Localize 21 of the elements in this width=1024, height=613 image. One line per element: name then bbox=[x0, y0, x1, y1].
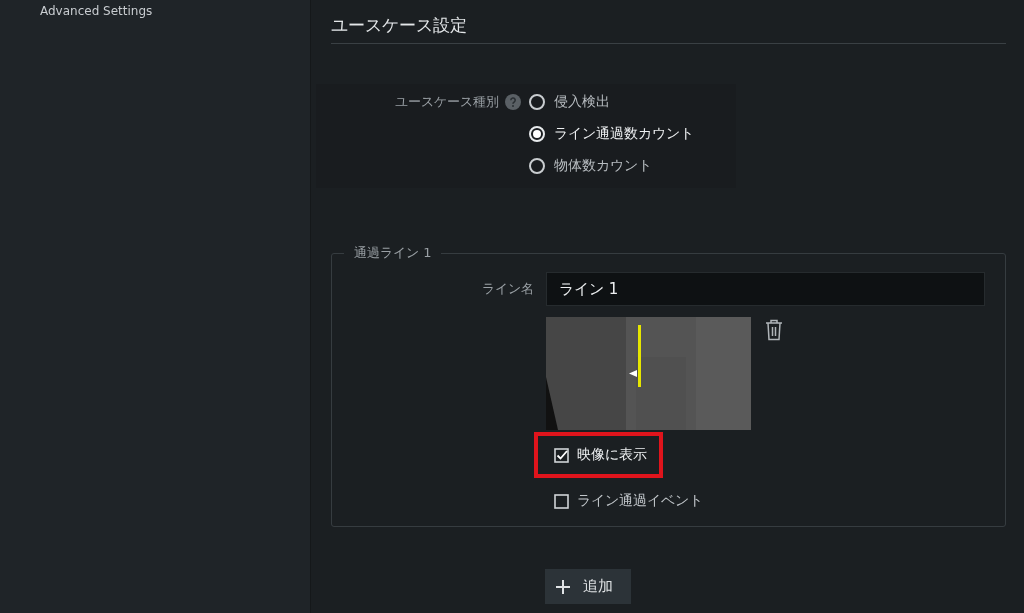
radio-label[interactable]: ライン通過数カウント bbox=[554, 125, 694, 143]
radio-label[interactable]: 物体数カウント bbox=[554, 157, 652, 175]
field-label: ライン名 bbox=[481, 280, 534, 298]
radio-button[interactable] bbox=[529, 126, 545, 142]
trash-icon[interactable] bbox=[765, 319, 783, 341]
add-button[interactable]: 追加 bbox=[545, 569, 631, 604]
sidebar-title[interactable]: Advanced Settings bbox=[40, 4, 153, 18]
line-name-field[interactable]: ライン 1 bbox=[546, 272, 985, 306]
plus-icon bbox=[555, 578, 571, 595]
help-icon[interactable] bbox=[505, 94, 521, 110]
use-case-label: ユースケース種別 bbox=[395, 93, 499, 111]
crossing-line-drawing[interactable] bbox=[628, 325, 642, 387]
section-title: ユースケース設定 bbox=[331, 15, 467, 35]
radio-button[interactable] bbox=[529, 158, 545, 174]
checkbox[interactable] bbox=[554, 493, 569, 509]
checkbox-label[interactable]: 映像に表示 bbox=[577, 446, 647, 464]
group-legend: 通過ライン 1 bbox=[344, 244, 442, 262]
radio-label[interactable]: 侵入検出 bbox=[554, 93, 610, 111]
checkbox[interactable] bbox=[554, 447, 569, 463]
checkbox-label[interactable]: ライン通過イベント bbox=[577, 492, 703, 510]
radio-button[interactable] bbox=[529, 94, 545, 110]
